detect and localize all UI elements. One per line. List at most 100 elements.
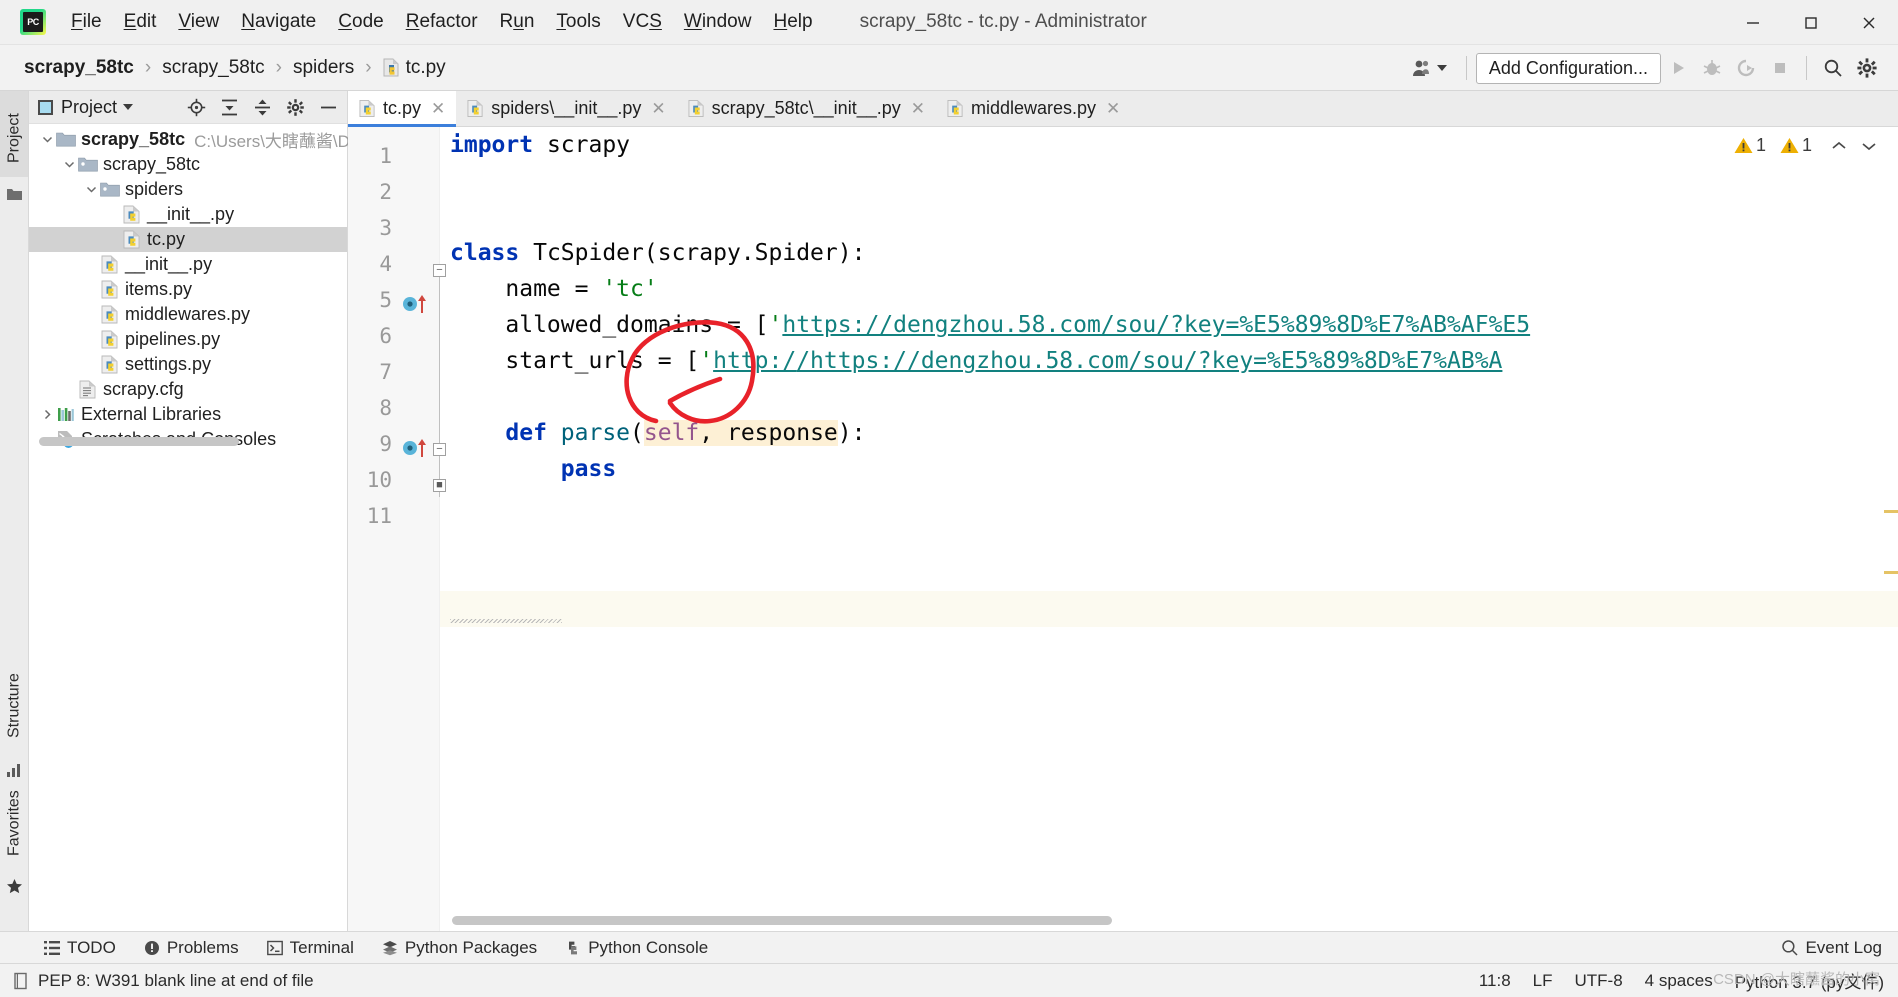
chevron-down-icon[interactable] xyxy=(83,184,100,195)
breadcrumb-item-2[interactable]: spiders xyxy=(289,55,358,81)
editor-gutter[interactable]: 1 2 3 4 5 6 7 8 9 10 11 xyxy=(348,127,440,931)
close-icon[interactable]: ✕ xyxy=(911,99,925,119)
stripe-structure-button[interactable]: Structure xyxy=(0,651,29,761)
tree-label-scrapy-58tc-root: scrapy_58tc xyxy=(81,129,186,149)
tree-row-scrapy-cfg[interactable]: scrapy.cfg xyxy=(29,377,347,402)
tool-window-python-packages[interactable]: Python Packages xyxy=(368,938,551,958)
menu-help[interactable]: Help xyxy=(762,8,823,37)
stripe-project-button[interactable]: Project xyxy=(0,91,28,177)
error-stripe-marker[interactable] xyxy=(1884,510,1898,513)
minimize-button[interactable] xyxy=(1724,0,1782,45)
project-panel-title: Project xyxy=(61,96,118,117)
code-keyword-def: def xyxy=(450,420,561,446)
tree-row-middlewares-py[interactable]: middlewares.py xyxy=(29,302,347,327)
run-method-gutter-icon[interactable] xyxy=(402,437,432,459)
editor-tab-middlewares[interactable]: middlewares.py ✕ xyxy=(936,91,1131,126)
menu-file[interactable]: File xyxy=(60,8,113,37)
config-file-icon xyxy=(79,380,96,399)
menu-navigate[interactable]: Navigate xyxy=(230,8,327,37)
menu-edit[interactable]: Edit xyxy=(113,8,168,37)
stripe-favorites-button[interactable]: Favorites xyxy=(0,773,29,873)
tool-window-problems[interactable]: Problems xyxy=(130,938,253,958)
code-editor[interactable]: 1 2 3 4 5 6 7 8 9 10 11 − − ■ import scr… xyxy=(348,127,1898,931)
collapse-all-icon[interactable] xyxy=(253,98,272,117)
expand-all-icon[interactable] xyxy=(220,98,239,117)
tree-row-items-py[interactable]: items.py xyxy=(29,277,347,302)
code-url-allowed-domains[interactable]: https://dengzhou.58.com/sou/?key=%E5%89%… xyxy=(782,312,1530,338)
warning-group-2[interactable]: 1 xyxy=(1780,135,1812,156)
tree-row-external-libraries[interactable]: External Libraries xyxy=(29,402,347,427)
tree-row-scrapy-58tc-pkg[interactable]: scrapy_58tc xyxy=(29,152,347,177)
caret-position[interactable]: 11:8 xyxy=(1479,971,1511,991)
python-file-icon xyxy=(947,100,963,117)
tool-window-terminal[interactable]: Terminal xyxy=(253,938,368,958)
menu-window[interactable]: Window xyxy=(673,8,763,37)
breadcrumb-item-3[interactable]: tc.py xyxy=(379,55,450,81)
indent-setting[interactable]: 4 spaces xyxy=(1645,971,1713,991)
run-with-coverage-button[interactable] xyxy=(1729,51,1763,85)
menu-view[interactable]: View xyxy=(167,8,230,37)
user-account-button[interactable] xyxy=(1401,58,1457,78)
menu-vcs[interactable]: VCS xyxy=(612,8,673,37)
menu-code[interactable]: Code xyxy=(327,8,394,37)
chevron-down-icon[interactable] xyxy=(1860,139,1878,153)
inspection-widget[interactable]: 1 1 xyxy=(1734,135,1878,156)
run-button[interactable] xyxy=(1661,51,1695,85)
chevron-down-icon[interactable] xyxy=(123,104,134,110)
code-keyword-import: import xyxy=(450,132,534,158)
tree-row-project-root[interactable]: scrapy_58tc C:\Users\大瞎蘸酱\Deskto xyxy=(29,127,391,152)
menu-refactor[interactable]: Refactor xyxy=(395,8,489,37)
tree-row-settings-py[interactable]: settings.py xyxy=(29,352,347,377)
python-interpreter[interactable]: Python 3.7 (py文件) xyxy=(1735,968,1884,993)
code-url-scheme-prefix[interactable]: http:/ xyxy=(713,348,796,374)
hide-icon[interactable] xyxy=(319,98,338,117)
editor-tab-tc-py[interactable]: tc.py ✕ xyxy=(348,91,457,127)
menu-run[interactable]: Run xyxy=(489,8,546,37)
add-configuration-button[interactable]: Add Configuration... xyxy=(1475,52,1661,84)
stop-button[interactable] xyxy=(1763,51,1797,85)
tree-row-pipelines-py[interactable]: pipelines.py xyxy=(29,327,347,352)
search-everywhere-button[interactable] xyxy=(1816,51,1850,85)
code-text[interactable]: import scrapy class TcSpider(scrapy.Spid… xyxy=(440,127,1898,931)
gear-icon[interactable] xyxy=(286,98,305,117)
chevron-down-icon[interactable] xyxy=(39,134,56,145)
tree-row-spiders-init[interactable]: __init__.py xyxy=(29,202,347,227)
tool-window-python-console[interactable]: Python Console xyxy=(551,938,722,958)
maximize-button[interactable] xyxy=(1782,0,1840,45)
terminal-icon xyxy=(266,940,283,955)
line-number: 9 xyxy=(379,432,392,456)
tool-window-todo[interactable]: TODO xyxy=(30,938,130,958)
menu-tools[interactable]: Tools xyxy=(545,8,611,37)
close-icon[interactable]: ✕ xyxy=(431,99,445,119)
chevron-down-icon[interactable] xyxy=(61,159,78,170)
inspection-squiggle xyxy=(450,619,562,623)
run-class-gutter-icon[interactable] xyxy=(402,293,432,315)
chevron-right-icon[interactable] xyxy=(39,409,56,420)
warning-group-1[interactable]: 1 xyxy=(1734,135,1766,156)
breadcrumb-item-1[interactable]: scrapy_58tc xyxy=(158,55,268,81)
chevron-up-icon[interactable] xyxy=(1830,139,1848,153)
code-url-start-urls[interactable]: /https://dengzhou.58.com/sou/?key=%E5%89… xyxy=(796,348,1502,374)
editor-tab-spiders-init[interactable]: spiders\__init__.py ✕ xyxy=(456,91,676,126)
close-icon[interactable]: ✕ xyxy=(651,99,665,119)
settings-button[interactable] xyxy=(1850,51,1884,85)
editor-horizontal-scrollbar[interactable] xyxy=(452,916,1112,925)
tree-row-tc-py[interactable]: tc.py xyxy=(29,227,347,252)
tree-row-pkg-init[interactable]: __init__.py xyxy=(29,252,347,277)
debug-button[interactable] xyxy=(1695,51,1729,85)
editor-tab-scrapy58tc-init[interactable]: scrapy_58tc\__init__.py ✕ xyxy=(677,91,936,126)
locate-icon[interactable] xyxy=(187,98,206,117)
file-encoding[interactable]: UTF-8 xyxy=(1575,971,1623,991)
line-separator[interactable]: LF xyxy=(1533,971,1553,991)
close-icon[interactable]: ✕ xyxy=(1106,99,1120,119)
tree-row-spiders[interactable]: spiders xyxy=(29,177,347,202)
stripe-project-label: Project xyxy=(5,113,23,163)
event-log-button[interactable]: Event Log xyxy=(1781,938,1882,958)
breadcrumb-item-0[interactable]: scrapy_58tc xyxy=(20,55,138,81)
close-button[interactable] xyxy=(1840,0,1898,45)
project-horizontal-scrollbar[interactable] xyxy=(39,437,239,446)
inspection-icon[interactable] xyxy=(12,972,29,990)
code-module-scrapy: scrapy xyxy=(533,132,631,158)
code-attr-start-urls: start_urls = [ xyxy=(450,348,700,374)
error-stripe-marker[interactable] xyxy=(1884,571,1898,574)
